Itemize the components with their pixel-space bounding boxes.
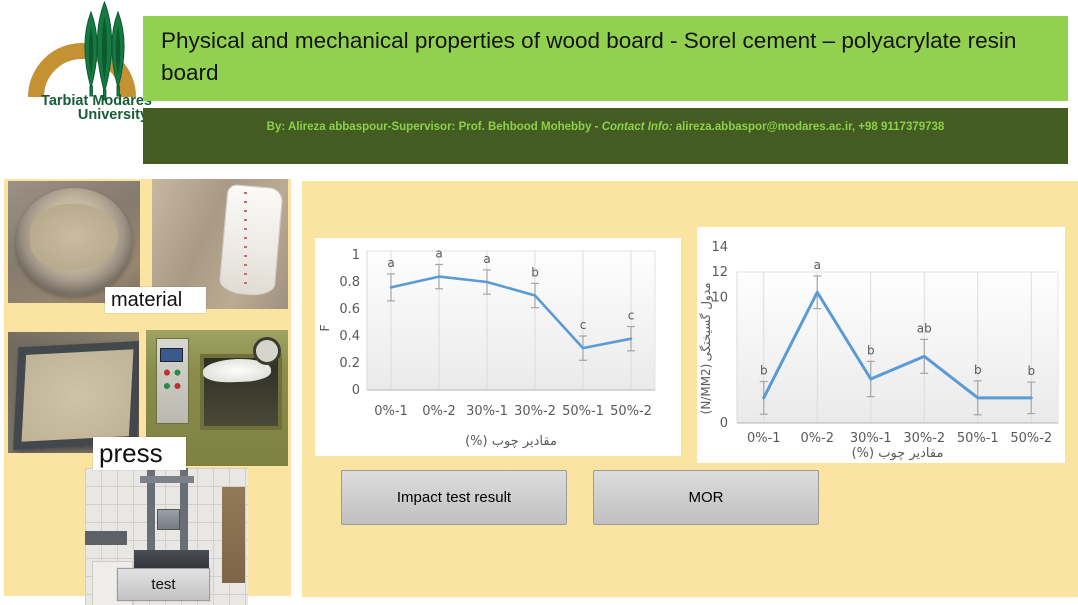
svg-text:0%-1: 0%-1: [374, 404, 408, 419]
cup-graduation-marks: [244, 192, 247, 288]
svg-text:b: b: [974, 363, 982, 377]
measuring-cup-shape: [218, 183, 284, 296]
lab-shelf-shape: [222, 487, 245, 583]
university-logo: Tarbiat Modares University: [12, 0, 162, 125]
svg-text:50%-2: 50%-2: [1010, 431, 1052, 446]
byline-banner: By: Alireza abbaspour-Supervisor: Prof. …: [143, 108, 1068, 164]
svg-text:a: a: [483, 252, 490, 266]
photo-powder-bowl: [8, 181, 140, 303]
machine-base: [134, 550, 209, 569]
svg-text:30%-1: 30%-1: [466, 404, 508, 419]
svg-text:a: a: [435, 246, 442, 260]
svg-text:ab: ab: [917, 321, 932, 335]
photos-panel: material press test: [4, 179, 291, 596]
sand-pile-shape: [30, 204, 117, 270]
svg-text:a: a: [814, 258, 821, 272]
svg-text:0%-2: 0%-2: [422, 404, 456, 419]
svg-text:50%-1: 50%-1: [957, 431, 999, 446]
svg-text:مقادیر چوب (%): مقادیر چوب (%): [465, 434, 557, 449]
svg-text:14: 14: [711, 240, 728, 255]
svg-text:12: 12: [711, 265, 728, 280]
svg-text:c: c: [580, 318, 587, 332]
svg-text:0.8: 0.8: [339, 275, 360, 290]
mor-chart-card: 14 12 10 0 0%-1 0%-2 30%-1 30%-2 50%-1 50%-2 مقادی…: [697, 227, 1065, 463]
svg-text:0.6: 0.6: [339, 302, 360, 317]
mor-button[interactable]: MOR: [593, 470, 819, 525]
svg-text:0%-1: 0%-1: [747, 431, 781, 446]
svg-text:مقادیر چوب (%): مقادیر چوب (%): [852, 446, 944, 461]
svg-text:0: 0: [720, 416, 728, 431]
contact-info-value: alireza.abbaspor@modares.ac.ir, +98 9117…: [673, 121, 945, 133]
svg-text:50%-1: 50%-1: [562, 404, 604, 419]
logo-cypress-trees: [85, 2, 124, 100]
impact-test-result-button[interactable]: Impact test result: [341, 470, 567, 525]
mold-frame-shape: [13, 341, 139, 450]
svg-text:30%-2: 30%-2: [903, 431, 945, 446]
impact-line-chart: 0 0.2 0.4 0.6 0.8 1 0%-1 0%-2 30%-1 30%-2 50%-1 50%…: [315, 238, 681, 456]
press-display-screen: [160, 348, 183, 362]
lab-bench-shape: [85, 531, 127, 545]
machine-crossbeam: [140, 476, 194, 483]
svg-text:10: 10: [711, 290, 728, 305]
svg-text:30%-2: 30%-2: [514, 404, 556, 419]
press-gauge-dial: [253, 337, 281, 365]
svg-text:b: b: [531, 265, 539, 279]
svg-text:30%-1: 30%-1: [850, 431, 892, 446]
machine-crosshead: [157, 509, 180, 530]
svg-text:b: b: [867, 343, 875, 357]
svg-text:b: b: [760, 364, 768, 378]
contact-info-label: Contact Info:: [602, 121, 673, 133]
material-label: material: [105, 287, 206, 313]
svg-text:0.4: 0.4: [339, 329, 360, 344]
byline-authors: By: Alireza abbaspour-Supervisor: Prof. …: [267, 121, 602, 133]
svg-text:(N/MM2): (N/MM2): [699, 364, 713, 415]
svg-text:a: a: [387, 256, 394, 270]
svg-text:1: 1: [352, 248, 360, 263]
photo-board-mold: [8, 332, 139, 453]
svg-text:b: b: [1027, 364, 1035, 378]
poster-title: Physical and mechanical properties of wo…: [161, 28, 1016, 85]
impact-chart-card: 0 0.2 0.4 0.6 0.8 1 0%-1 0%-2 30%-1 30%-2 50%-1 50%…: [315, 238, 681, 456]
svg-text:c: c: [628, 309, 635, 323]
svg-text:مدول گسیختگی: مدول گسیختگی: [699, 282, 714, 361]
svg-text:0.2: 0.2: [339, 356, 360, 371]
title-banner: Physical and mechanical properties of wo…: [143, 16, 1068, 101]
mor-line-chart: 14 12 10 0 0%-1 0%-2 30%-1 30%-2 50%-1 50%-2 مقادی…: [697, 227, 1065, 463]
press-label: press: [93, 437, 186, 470]
poster-page: Tarbiat Modares University Physical and …: [0, 0, 1078, 605]
svg-text:0: 0: [352, 383, 360, 398]
svg-text:0%-2: 0%-2: [800, 431, 834, 446]
results-panel: 0 0.2 0.4 0.6 0.8 1 0%-1 0%-2 30%-1 30%-2 50%-1 50%…: [302, 181, 1078, 597]
svg-text:F: F: [317, 324, 332, 331]
svg-text:50%-2: 50%-2: [610, 404, 652, 419]
logo-text-line2: University: [78, 107, 148, 123]
test-button[interactable]: test: [117, 568, 210, 601]
